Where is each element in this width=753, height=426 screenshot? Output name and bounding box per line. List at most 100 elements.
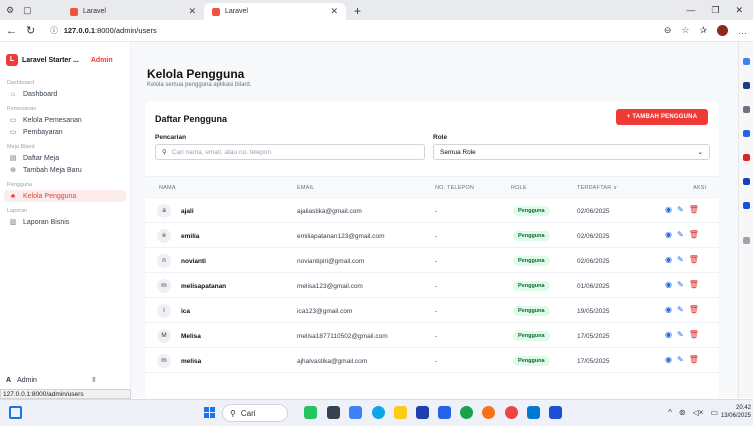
add-icon[interactable] (743, 237, 750, 244)
brand[interactable]: L Laravel Starter ... Admin (0, 42, 130, 74)
view-icon[interactable]: ◉ (665, 355, 672, 364)
taskbar-app-icon[interactable] (327, 406, 340, 419)
user-name: Admin (17, 376, 37, 384)
user-name-cell: ajali (181, 208, 194, 215)
info-icon[interactable]: ⓘ (50, 25, 58, 36)
sidebar-item-laporan-bisnis[interactable]: ▥ Laporan Bisnis (0, 216, 130, 228)
games-icon[interactable] (743, 154, 750, 161)
close-tab-icon[interactable]: ✕ (330, 6, 338, 17)
email-cell: melisa123@gmail.com (297, 283, 363, 290)
volume-icon[interactable]: ◁× (693, 408, 704, 417)
outlook-icon[interactable] (743, 178, 750, 185)
view-icon[interactable]: ◉ (665, 280, 672, 289)
edit-icon[interactable]: ✎ (677, 230, 684, 239)
file-explorer-icon[interactable] (394, 406, 407, 419)
taskbar-search[interactable]: ⚲ Cari (222, 404, 288, 422)
workspaces-icon[interactable]: ⚙ (6, 5, 14, 16)
calendar-icon: ▭ (9, 117, 17, 124)
column-header-registered[interactable]: TERDAFTAR ∨ (577, 185, 617, 191)
table-row: m melisa ajhalvastika@gmail.com - Pengguna 17… (145, 349, 719, 373)
refresh-icon[interactable]: ↻ (26, 24, 35, 37)
search-input[interactable]: ⚲ Cari nama, email, atau no. telepon (155, 144, 425, 160)
store-icon[interactable] (416, 406, 429, 419)
taskbar-clock[interactable]: 20.42 13/06/2025 (721, 404, 751, 420)
phone-cell: - (435, 258, 438, 265)
delete-icon[interactable]: 🗑 (689, 330, 699, 339)
tools-icon[interactable] (743, 106, 750, 113)
sidebar-item-kelola-pemesanan[interactable]: ▭ Kelola Pemesanan (0, 114, 130, 126)
row-actions: ◉ ✎ 🗑 (665, 280, 699, 289)
app-icon[interactable] (743, 82, 750, 89)
start-button[interactable] (204, 407, 215, 418)
delete-icon[interactable]: 🗑 (689, 280, 699, 289)
sidebar-item-daftar-meja[interactable]: ▤ Daftar Meja (0, 152, 130, 164)
phone-cell: - (435, 283, 438, 290)
chevron-up-icon[interactable]: ^ (668, 408, 672, 417)
browser-tab-bar: ⚙ ▢ Laravel ✕ Laravel ✕ + — ❐ ✕ (0, 0, 753, 20)
more-icon[interactable]: … (738, 26, 747, 36)
taskbar-app-icon[interactable] (304, 406, 317, 419)
sidebar-item-pembayaran[interactable]: ▭ Pembayaran (0, 126, 130, 138)
sidebar-item-dashboard[interactable]: ⌂ Dashboard (0, 88, 130, 100)
close-tab-icon[interactable]: ✕ (188, 6, 196, 17)
delete-icon[interactable]: 🗑 (689, 305, 699, 314)
taskbar-app-icon[interactable] (438, 406, 451, 419)
delete-icon[interactable]: 🗑 (689, 205, 699, 214)
edit-icon[interactable]: ✎ (677, 255, 684, 264)
add-user-button[interactable]: + TAMBAH PENGGUNA (616, 109, 708, 125)
restore-icon[interactable]: ❐ (711, 5, 719, 16)
whatsapp-icon[interactable] (460, 406, 473, 419)
browser-tab-1[interactable]: Laravel ✕ (62, 3, 204, 20)
chevron-down-icon: ⌄ (697, 149, 703, 156)
shopping-icon[interactable] (743, 130, 750, 137)
edit-icon[interactable]: ✎ (677, 355, 684, 364)
favorites-bar-icon[interactable]: ✰ (699, 25, 707, 36)
user-menu[interactable]: A Admin ⇳ (6, 376, 97, 385)
table-row: a ajali ajaliastika@gmail.com - Pengguna 02/0… (145, 199, 719, 223)
vscode-icon[interactable] (527, 406, 540, 419)
row-actions: ◉ ✎ 🗑 (665, 330, 699, 339)
browser-tab-2[interactable]: Laravel ✕ (204, 3, 346, 20)
chrome-icon[interactable] (505, 406, 518, 419)
word-icon[interactable] (549, 406, 562, 419)
user-name-cell: ica (181, 308, 191, 315)
page-subtitle: Kelola semua pengguna aplikasi bilard. (147, 82, 252, 88)
clock-time: 20.42 (735, 405, 751, 411)
view-icon[interactable]: ◉ (665, 230, 672, 239)
widgets-icon[interactable] (9, 406, 22, 419)
url-field[interactable]: ⓘ 127.0.0.1:8000/admin/users (44, 22, 655, 39)
edit-icon[interactable]: ✎ (677, 280, 684, 289)
network-icon[interactable]: ⊚ (679, 408, 686, 417)
taskbar-app-icon[interactable] (349, 406, 362, 419)
zoom-icon[interactable]: ⊖ (664, 25, 672, 36)
back-icon[interactable]: ← (6, 25, 17, 37)
delete-icon[interactable]: 🗑 (689, 255, 699, 264)
edit-icon[interactable]: ✎ (677, 305, 684, 314)
profile-icon[interactable] (717, 25, 728, 36)
view-icon[interactable]: ◉ (665, 330, 672, 339)
favorite-icon[interactable]: ☆ (681, 25, 689, 36)
close-window-icon[interactable]: ✕ (735, 5, 743, 16)
view-icon[interactable]: ◉ (665, 255, 672, 264)
copilot-icon[interactable] (743, 58, 750, 65)
tab-actions-icon[interactable]: ▢ (23, 5, 32, 16)
role-select[interactable]: Semua Role ⌄ (433, 144, 710, 160)
delete-icon[interactable]: 🗑 (689, 355, 699, 364)
sidebar-item-kelola-pengguna[interactable]: ♣ Kelola Pengguna (4, 190, 126, 202)
avatar: n (157, 254, 171, 268)
battery-icon[interactable]: ▭ (710, 408, 718, 417)
new-tab-button[interactable]: + (346, 3, 369, 20)
minimize-icon[interactable]: — (686, 5, 695, 15)
edit-icon[interactable]: ✎ (677, 330, 684, 339)
delete-icon[interactable]: 🗑 (689, 230, 699, 239)
table-row: e emilia emiliapatanan123@gmail.com - Penggu… (145, 224, 719, 248)
edit-icon[interactable]: ✎ (677, 205, 684, 214)
view-icon[interactable]: ◉ (665, 205, 672, 214)
drop-icon[interactable] (743, 202, 750, 209)
brand-tag: Admin (90, 56, 113, 64)
sidebar-item-tambah-meja[interactable]: ⊕ Tambah Meja Baru (0, 164, 130, 176)
edge-icon[interactable] (372, 406, 385, 419)
view-icon[interactable]: ◉ (665, 305, 672, 314)
role-badge: Pengguna (513, 331, 550, 341)
taskbar-app-icon[interactable] (482, 406, 495, 419)
